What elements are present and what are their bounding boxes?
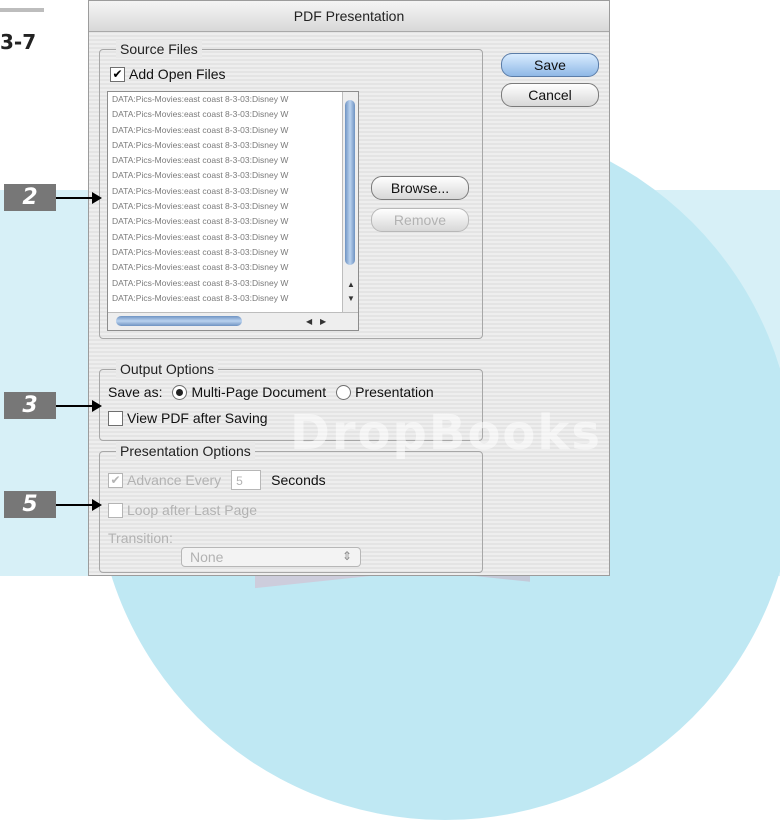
callout-2-arrow-icon	[56, 192, 102, 204]
advance-every-label: Advance Every	[127, 472, 222, 488]
callout-3: 3	[4, 392, 56, 419]
dialog-title: PDF Presentation	[293, 8, 405, 24]
file-list-item[interactable]: DATA:Pics-Movies:east coast 8-3-03:Disne…	[108, 199, 358, 214]
advance-every-row: ✔ Advance Every 5 Seconds	[108, 470, 326, 490]
scroll-down-arrow-icon[interactable]: ▼	[347, 294, 355, 303]
file-list-item[interactable]: DATA:Pics-Movies:east coast 8-3-03:Disne…	[108, 260, 358, 275]
vertical-scrollbar[interactable]: ▲ ▼	[342, 92, 358, 314]
browse-button[interactable]: Browse...	[371, 176, 469, 200]
loop-label: Loop after Last Page	[127, 502, 257, 518]
transition-row: Transition:	[108, 530, 173, 546]
save-button[interactable]: Save	[501, 53, 599, 77]
advance-seconds-field[interactable]: 5	[231, 470, 262, 490]
radio-selected-dot	[176, 388, 184, 396]
scroll-left-arrow-icon[interactable]: ◀	[306, 317, 312, 326]
pdf-presentation-dialog: PDF Presentation Source Files ✔ Add Open…	[88, 0, 610, 576]
watermark-text: DropBooks	[290, 405, 602, 461]
loop-checkbox[interactable]	[108, 502, 123, 518]
presentation-options-legend: Presentation Options	[116, 442, 255, 460]
file-list-item[interactable]: DATA:Pics-Movies:east coast 8-3-03:Disne…	[108, 168, 358, 183]
file-list-item[interactable]: DATA:Pics-Movies:east coast 8-3-03:Disne…	[108, 123, 358, 138]
popup-arrows-icon: ⇕	[341, 549, 352, 563]
transition-value: None	[190, 549, 224, 565]
source-files-legend: Source Files	[116, 40, 202, 58]
add-open-files-checkbox[interactable]: ✔	[110, 66, 125, 82]
file-list-item[interactable]: DATA:Pics-Movies:east coast 8-3-03:Disne…	[108, 230, 358, 245]
add-open-files-label: Add Open Files	[129, 66, 226, 82]
file-list-item[interactable]: DATA:Pics-Movies:east coast 8-3-03:Disne…	[108, 107, 358, 122]
file-list-item[interactable]: DATA:Pics-Movies:east coast 8-3-03:Disne…	[108, 214, 358, 229]
horizontal-scroll-thumb[interactable]	[116, 316, 242, 326]
file-list-item[interactable]: DATA:Pics-Movies:east coast 8-3-03:Disne…	[108, 92, 358, 107]
multi-page-radio[interactable]	[172, 384, 188, 400]
vertical-scroll-thumb[interactable]	[345, 100, 355, 265]
horizontal-scrollbar[interactable]: ◀ ▶	[108, 312, 358, 330]
source-file-list[interactable]: DATA:Pics-Movies:east coast 8-3-03:Disne…	[107, 91, 359, 331]
save-as-label: Save as:	[108, 384, 163, 400]
save-as-row: Save as: Multi-Page Document Presentatio…	[108, 384, 434, 400]
multi-page-label: Multi-Page Document	[191, 384, 327, 400]
file-list-item[interactable]: DATA:Pics-Movies:east coast 8-3-03:Disne…	[108, 138, 358, 153]
scroll-up-arrow-icon[interactable]: ▲	[347, 280, 355, 289]
view-pdf-label: View PDF after Saving	[127, 410, 268, 426]
callout-3-arrow-icon	[56, 400, 102, 412]
cancel-button[interactable]: Cancel	[501, 83, 599, 107]
callout-5: 5	[4, 491, 56, 518]
file-items: DATA:Pics-Movies:east coast 8-3-03:Disne…	[108, 92, 358, 306]
callout-2: 2	[4, 184, 56, 211]
file-list-item[interactable]: DATA:Pics-Movies:east coast 8-3-03:Disne…	[108, 184, 358, 199]
figure-rule	[0, 8, 44, 12]
transition-label: Transition:	[108, 530, 173, 546]
remove-button[interactable]: Remove	[371, 208, 469, 232]
add-open-files-row[interactable]: ✔ Add Open Files	[110, 66, 226, 82]
loop-row: Loop after Last Page	[108, 502, 257, 518]
view-pdf-row[interactable]: View PDF after Saving	[108, 410, 268, 426]
scroll-right-arrow-icon[interactable]: ▶	[320, 317, 326, 326]
file-list-item[interactable]: DATA:Pics-Movies:east coast 8-3-03:Disne…	[108, 291, 358, 306]
seconds-label: Seconds	[271, 472, 326, 488]
dialog-titlebar[interactable]: PDF Presentation	[89, 1, 609, 32]
presentation-radio[interactable]	[336, 384, 352, 400]
file-list-item[interactable]: DATA:Pics-Movies:east coast 8-3-03:Disne…	[108, 276, 358, 291]
file-list-item[interactable]: DATA:Pics-Movies:east coast 8-3-03:Disne…	[108, 153, 358, 168]
view-pdf-checkbox[interactable]	[108, 410, 123, 426]
presentation-label: Presentation	[355, 384, 434, 400]
file-list-item[interactable]: DATA:Pics-Movies:east coast 8-3-03:Disne…	[108, 245, 358, 260]
output-options-legend: Output Options	[116, 360, 219, 378]
callout-5-arrow-icon	[56, 499, 102, 511]
transition-popup[interactable]: None ⇕	[181, 547, 361, 567]
figure-label: 3-7	[0, 30, 37, 54]
advance-every-checkbox[interactable]: ✔	[108, 472, 123, 488]
